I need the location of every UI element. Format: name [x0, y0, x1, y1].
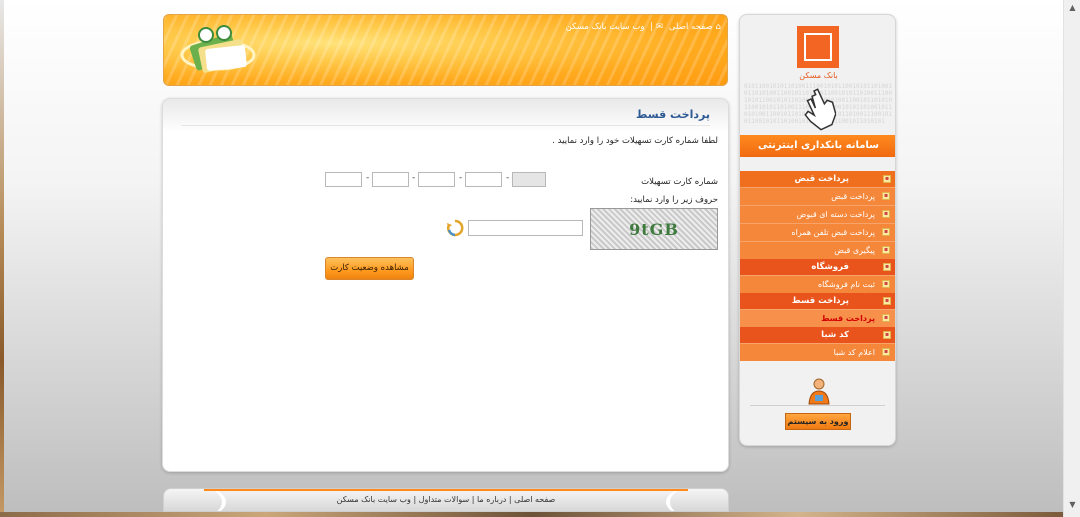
bullet-icon: ▪	[882, 246, 890, 254]
bullet-icon: ▪	[882, 348, 890, 356]
window-edge-left	[0, 0, 4, 517]
bullet-icon: ▪	[883, 175, 891, 183]
captcha-label: حروف زیر را وارد نمایید:	[630, 195, 718, 205]
captcha-image: 9tGB	[590, 208, 718, 250]
email-icon: ✉	[656, 22, 664, 32]
header-links: ⌂صفحه اصلی ✉| وب سایت بانک مسکن	[563, 22, 721, 32]
login-button[interactable]: ورود به سیستم	[785, 413, 851, 430]
bullet-icon: ▪	[882, 280, 890, 288]
card-number-input-2[interactable]	[465, 172, 502, 187]
bank-logo	[797, 26, 839, 68]
menu-section-store[interactable]: ▪ فروشگاه	[740, 259, 895, 275]
sidebar: بانک مسکن 010110010101101001110010101100…	[739, 14, 896, 446]
bank-website-link[interactable]: وب سایت بانک مسکن	[566, 22, 645, 32]
user-icon	[808, 378, 830, 405]
window-edge-bottom	[0, 512, 1064, 517]
title-divider	[181, 125, 710, 126]
bullet-icon: ▪	[882, 314, 890, 322]
bullet-icon: ▪	[882, 192, 890, 200]
main-content-panel: پرداخت قسط لطفا شماره کارت تسهیلات خود ر…	[162, 98, 729, 472]
menu-section-bill-payment[interactable]: ▪ پرداخت قبض	[740, 171, 895, 187]
menu-item-pay-installment[interactable]: ▪ پرداخت قسط	[740, 309, 895, 327]
card-number-label: شماره کارت تسهیلات	[641, 177, 718, 187]
card-number-input-5[interactable]	[325, 172, 362, 187]
sidebar-menu: ▪ پرداخت قبض ▪ پرداخت قبض ▪ پرداخت دسته ای …	[740, 171, 895, 361]
menu-item-batch-bills[interactable]: ▪ پرداخت دسته ای قبوض	[740, 205, 895, 223]
card-number-input-1[interactable]	[512, 172, 546, 187]
bullet-icon: ▪	[883, 297, 891, 305]
instruction-text: لطفا شماره کارت تسهیلات خود را وارد نمای…	[552, 136, 718, 146]
bank-cards-icon	[180, 25, 256, 73]
menu-item-store-register[interactable]: ▪ ثبت نام فروشگاه	[740, 275, 895, 293]
view-card-status-button[interactable]: مشاهده وضعیت کارت	[325, 257, 414, 280]
home-icon: ⌂	[715, 22, 721, 32]
bullet-icon: ▪	[882, 228, 890, 236]
pointing-hand-icon	[804, 88, 836, 131]
menu-section-sheba[interactable]: ▪ کد شبا	[740, 327, 895, 343]
home-link[interactable]: صفحه اصلی	[669, 22, 713, 32]
vertical-scrollbar[interactable]: ▲ ▼	[1063, 0, 1080, 517]
divider: |	[650, 22, 654, 32]
bullet-icon: ▪	[883, 331, 891, 339]
scroll-up-arrow-icon[interactable]: ▲	[1064, 0, 1080, 15]
footer-links[interactable]: صفحه اصلی | درباره ما | سوالات متداول | …	[164, 495, 728, 504]
captcha-text: 9tGB	[629, 219, 679, 239]
internet-banking-title: سامانه بانکداری اینترنتی	[740, 135, 895, 157]
card-number-input-3[interactable]	[418, 172, 455, 187]
menu-item-sheba-code[interactable]: ▪ اعلام کد شبا	[740, 343, 895, 361]
page-title: پرداخت قسط	[636, 108, 710, 121]
menu-item-mobile-bill[interactable]: ▪ پرداخت قبض تلفن همراه	[740, 223, 895, 241]
bullet-icon: ▪	[882, 210, 890, 218]
refresh-icon[interactable]	[446, 219, 464, 237]
bullet-icon: ▪	[883, 263, 891, 271]
menu-item-pay-bill[interactable]: ▪ پرداخت قبض	[740, 187, 895, 205]
logo-text: بانک مسکن	[799, 71, 838, 80]
card-number-input-4[interactable]	[372, 172, 409, 187]
menu-section-installment[interactable]: ▪ پرداخت قسط	[740, 293, 895, 309]
header-banner: ⌂صفحه اصلی ✉| وب سایت بانک مسکن	[163, 14, 728, 86]
scroll-down-arrow-icon[interactable]: ▼	[1064, 497, 1080, 512]
menu-item-track-bill[interactable]: ▪ پیگیری قبض	[740, 241, 895, 259]
captcha-input[interactable]	[468, 220, 583, 236]
footer: صفحه اصلی | درباره ما | سوالات متداول | …	[163, 488, 729, 512]
divider	[750, 405, 885, 406]
